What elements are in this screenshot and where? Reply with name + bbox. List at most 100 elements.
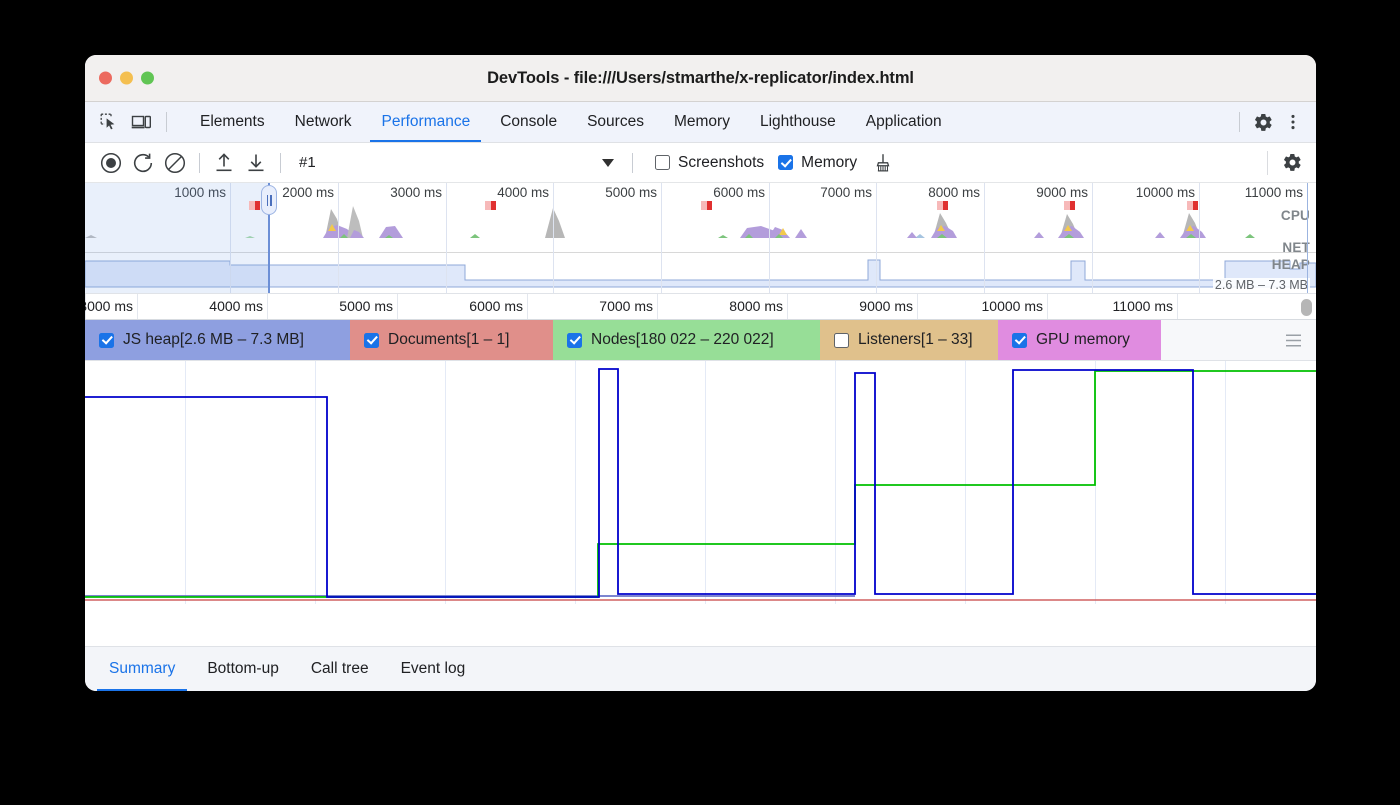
window-traffic-lights: [99, 72, 154, 85]
toolbar-actions: [1267, 151, 1316, 175]
ruler-tick-label: 8000 ms: [729, 298, 783, 314]
overview-window-right-edge[interactable]: [1307, 183, 1308, 293]
ruler-tick: 11000 ms: [1177, 294, 1178, 319]
inspect-element-button[interactable]: [94, 108, 124, 136]
ruler-tick: 3000 ms: [137, 294, 138, 319]
save-profile-button[interactable]: [240, 149, 272, 177]
overview-tick: 5000 ms: [661, 183, 662, 293]
profile-select[interactable]: #1: [289, 150, 624, 176]
capture-settings-button[interactable]: [1276, 149, 1308, 177]
tab-elements[interactable]: Elements: [185, 102, 280, 142]
devtools-more-button[interactable]: [1278, 108, 1308, 136]
tab-summary[interactable]: Summary: [93, 647, 191, 691]
tab-label: Memory: [674, 113, 730, 131]
toolbar-divider-2: [280, 153, 281, 173]
counter-label: GPU memory: [1036, 331, 1130, 349]
overview-tick-label: 2000 ms: [282, 185, 334, 200]
tab-lighthouse[interactable]: Lighthouse: [745, 102, 851, 142]
ruler-tick-label: 5000 ms: [339, 298, 393, 314]
ruler-tick: 5000 ms: [397, 294, 398, 319]
overview-tick-label: 10000 ms: [1136, 185, 1195, 200]
collect-garbage-button[interactable]: [867, 149, 899, 177]
zoom-window-button[interactable]: [141, 72, 154, 85]
heap-range-label: 2.6 MB – 7.3 MB: [1213, 278, 1310, 292]
counter-label: Listeners[1 – 33]: [858, 331, 973, 349]
counter-documents[interactable]: Documents[1 – 1]: [350, 320, 553, 360]
counter-js-heap[interactable]: JS heap[2.6 MB – 7.3 MB]: [85, 320, 350, 360]
drawer-tabs: Summary Bottom-up Call tree Event log: [85, 646, 1316, 691]
overview-tick-label: 5000 ms: [605, 185, 657, 200]
overview-tick: 6000 ms: [769, 183, 770, 293]
overview-tick: 9000 ms: [1092, 183, 1093, 293]
overview-tick: 10000 ms: [1199, 183, 1200, 293]
tab-application[interactable]: Application: [851, 102, 957, 142]
device-toolbar-button[interactable]: [126, 108, 156, 136]
record-circle-icon: [99, 151, 123, 175]
collect-garbage-broom-icon: [872, 152, 894, 174]
overview-tick-label: 7000 ms: [820, 185, 872, 200]
record-button[interactable]: [95, 149, 127, 177]
counter-listeners[interactable]: Listeners[1 – 33]: [820, 320, 998, 360]
screenshot-root: DevTools - file:///Users/stmarthe/x-repl…: [0, 0, 1400, 805]
timeline-ruler[interactable]: 00 ms 3000 ms 4000 ms 5000 ms 6000 ms 70…: [85, 293, 1316, 320]
tab-label: Lighthouse: [760, 113, 836, 131]
overview-tick-label: 6000 ms: [713, 185, 765, 200]
drawer-tab-label: Event log: [401, 660, 466, 678]
tab-call-tree[interactable]: Call tree: [295, 647, 385, 691]
minimize-window-button[interactable]: [120, 72, 133, 85]
tab-performance[interactable]: Performance: [366, 102, 485, 142]
memory-label: Memory: [801, 154, 857, 172]
profile-select-value: #1: [299, 154, 316, 171]
memory-checkbox[interactable]: Memory: [778, 154, 857, 172]
overview-window-left-handle[interactable]: [261, 185, 277, 215]
chevron-down-icon: [602, 159, 614, 167]
toolbar-divider-1: [199, 153, 200, 173]
ruler-tick-label: 9000 ms: [859, 298, 913, 314]
tab-label: Application: [866, 113, 942, 131]
tab-memory[interactable]: Memory: [659, 102, 745, 142]
load-profile-button[interactable]: [208, 149, 240, 177]
timeline-scrollbar-thumb[interactable]: [1301, 299, 1312, 316]
tabstrip-actions-divider: [1239, 112, 1240, 132]
tab-label: Elements: [200, 113, 265, 131]
tabstrip-tools: [94, 102, 183, 142]
upload-arrow-icon: [212, 151, 236, 175]
legend-menu-button[interactable]: [1271, 320, 1316, 360]
frame-marker: [485, 201, 496, 210]
ruler-tick: 9000 ms: [917, 294, 918, 319]
frame-marker: [1187, 201, 1198, 210]
tab-event-log[interactable]: Event log: [385, 647, 482, 691]
clear-recording-button[interactable]: [159, 149, 191, 177]
tabstrip-divider: [166, 112, 167, 132]
tab-label: Network: [295, 113, 352, 131]
checkbox-box: [567, 333, 582, 348]
device-toolbar-icon: [131, 113, 152, 132]
tab-sources[interactable]: Sources: [572, 102, 659, 142]
overview-tick: 2000 ms: [338, 183, 339, 293]
panel-tabs: Elements Network Performance Console Sou…: [185, 102, 957, 142]
tab-network[interactable]: Network: [280, 102, 367, 142]
overview-unselected-left[interactable]: [85, 183, 268, 293]
frame-marker: [249, 201, 260, 210]
drawer-tab-label: Bottom-up: [207, 660, 279, 678]
toolbar-divider-3: [632, 153, 633, 173]
close-window-button[interactable]: [99, 72, 112, 85]
record-and-reload-button[interactable]: [127, 149, 159, 177]
overview-tick-label: 3000 ms: [390, 185, 442, 200]
tab-console[interactable]: Console: [485, 102, 572, 142]
performance-toolbar: #1 Screenshots Memory: [85, 143, 1316, 183]
ruler-tick-label: 11000 ms: [1113, 298, 1173, 314]
devtools-settings-button[interactable]: [1248, 108, 1278, 136]
ruler-tick-label: 6000 ms: [469, 298, 523, 314]
ruler-tick-label: 4000 ms: [209, 298, 263, 314]
counter-nodes[interactable]: Nodes[180 022 – 220 022]: [553, 320, 820, 360]
drawer-tab-label: Call tree: [311, 660, 369, 678]
memory-counters-chart[interactable]: [85, 361, 1316, 604]
timeline-overview[interactable]: 1000 ms 2000 ms 3000 ms 4000 ms 5000 ms …: [85, 183, 1316, 293]
counter-gpu-memory[interactable]: GPU memory: [998, 320, 1161, 360]
screenshots-checkbox[interactable]: Screenshots: [655, 154, 764, 172]
gear-icon: [1282, 152, 1303, 173]
overview-tick: 4000 ms: [553, 183, 554, 293]
counter-label: JS heap[2.6 MB – 7.3 MB]: [123, 331, 304, 349]
tab-bottom-up[interactable]: Bottom-up: [191, 647, 295, 691]
